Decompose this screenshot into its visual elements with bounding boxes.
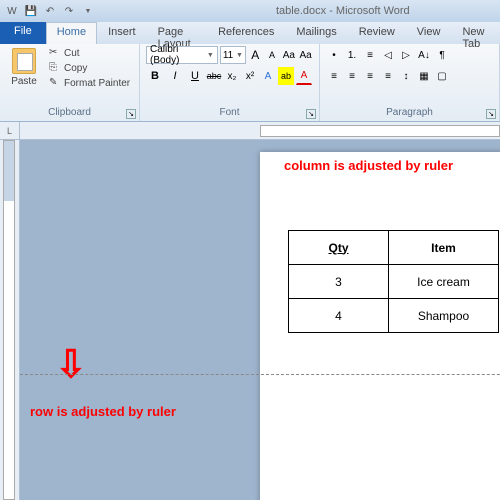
scissors-icon (49, 47, 61, 59)
tab-file[interactable]: File (0, 22, 46, 44)
italic-button[interactable]: I (166, 67, 184, 85)
guide-line (20, 374, 500, 375)
page[interactable]: column is adjusted by ruler ⇩ row is adj… (260, 152, 500, 500)
increase-indent-button[interactable]: ▷ (398, 46, 414, 64)
highlight-button[interactable]: ab (278, 67, 294, 85)
superscript-button[interactable]: x² (242, 67, 258, 85)
undo-icon[interactable]: ↶ (42, 3, 58, 19)
chevron-down-icon: ▼ (236, 52, 243, 59)
sort-button[interactable]: A↓ (416, 46, 432, 64)
decrease-indent-button[interactable]: ◁ (380, 46, 396, 64)
copy-icon (49, 62, 61, 74)
borders-button[interactable]: ▢ (434, 67, 450, 85)
annotation-column: column is adjusted by ruler (284, 158, 453, 173)
chevron-down-icon: ▼ (207, 52, 214, 59)
header-qty[interactable]: Qty (289, 231, 389, 265)
ribbon-tabs: File Home Insert Page Layout References … (0, 22, 500, 44)
cut-button[interactable]: Cut (48, 46, 131, 60)
window-title: table.docx - Microsoft Word (276, 5, 410, 17)
document-area[interactable]: column is adjusted by ruler ⇩ row is adj… (20, 140, 500, 500)
align-left-button[interactable]: ≡ (326, 67, 342, 85)
table-row[interactable]: 3 Ice cream (289, 265, 499, 299)
font-name-value: Calibri (Body) (150, 44, 207, 66)
title-bar: W 💾 ↶ ↷ ▼ table.docx - Microsoft Word (0, 0, 500, 22)
paste-icon (12, 48, 36, 74)
tab-new-tab[interactable]: New Tab (451, 22, 500, 44)
clipboard-group-label[interactable]: Clipboard (6, 107, 133, 119)
tab-home[interactable]: Home (46, 22, 97, 44)
group-font: Calibri (Body)▼ 11▼ A A Aa Aa B I U abc … (140, 44, 320, 121)
table-header-row: Qty Item (289, 231, 499, 265)
paste-button[interactable]: Paste (6, 46, 42, 90)
tab-mailings[interactable]: Mailings (285, 22, 347, 44)
save-icon[interactable]: 💾 (23, 3, 39, 19)
justify-button[interactable]: ≡ (380, 67, 396, 85)
paragraph-group-label[interactable]: Paragraph (326, 107, 493, 119)
shading-button[interactable]: ▦ (416, 67, 432, 85)
clipboard-launcher-icon[interactable]: ↘ (126, 109, 136, 119)
bullets-button[interactable]: • (326, 46, 342, 64)
word-icon[interactable]: W (4, 3, 20, 19)
font-size-select[interactable]: 11▼ (220, 46, 246, 64)
vertical-ruler[interactable] (0, 140, 20, 500)
font-launcher-icon[interactable]: ↘ (306, 109, 316, 119)
bold-button[interactable]: B (146, 67, 164, 85)
font-group-label[interactable]: Font (146, 107, 313, 119)
grow-font-button[interactable]: A (248, 46, 263, 64)
clear-formatting-button[interactable]: Aa (298, 46, 313, 64)
align-center-button[interactable]: ≡ (344, 67, 360, 85)
tab-references[interactable]: References (207, 22, 285, 44)
cell-item[interactable]: Ice cream (389, 265, 499, 299)
cell-item[interactable]: Shampoo (389, 299, 499, 333)
copy-button[interactable]: Copy (48, 61, 131, 75)
tab-selector[interactable]: L (0, 122, 20, 140)
font-size-value: 11 (223, 50, 233, 61)
tab-review[interactable]: Review (348, 22, 406, 44)
numbering-button[interactable]: 1. (344, 46, 360, 64)
underline-button[interactable]: U (186, 67, 204, 85)
quick-access-toolbar: W 💾 ↶ ↷ ▼ (4, 3, 96, 19)
tab-insert[interactable]: Insert (97, 22, 147, 44)
align-right-button[interactable]: ≡ (362, 67, 378, 85)
workspace: column is adjusted by ruler ⇩ row is adj… (0, 140, 500, 500)
font-color-button[interactable]: A (296, 67, 312, 85)
subscript-button[interactable]: x₂ (224, 67, 240, 85)
ruler-scale-v (3, 140, 15, 500)
cell-qty[interactable]: 3 (289, 265, 389, 299)
content-table[interactable]: Qty Item 3 Ice cream 4 Shampoo (288, 230, 499, 333)
table-row[interactable]: 4 Shampoo (289, 299, 499, 333)
down-arrow-icon: ⇩ (55, 342, 87, 387)
line-spacing-button[interactable]: ↕ (398, 67, 414, 85)
format-painter-label: Format Painter (64, 78, 130, 89)
cell-qty[interactable]: 4 (289, 299, 389, 333)
tab-page-layout[interactable]: Page Layout (147, 22, 208, 44)
paragraph-launcher-icon[interactable]: ↘ (486, 109, 496, 119)
cut-label: Cut (64, 48, 80, 59)
font-name-select[interactable]: Calibri (Body)▼ (146, 46, 218, 64)
format-painter-button[interactable]: Format Painter (48, 76, 131, 90)
shrink-font-button[interactable]: A (265, 46, 280, 64)
ruler-scale (260, 125, 500, 137)
show-marks-button[interactable]: ¶ (434, 46, 450, 64)
ribbon: Paste Cut Copy Format Painter Clipboard … (0, 44, 500, 122)
redo-icon[interactable]: ↷ (61, 3, 77, 19)
paste-label: Paste (11, 76, 37, 87)
tab-view[interactable]: View (406, 22, 452, 44)
multilevel-button[interactable]: ≡ (362, 46, 378, 64)
strikethrough-button[interactable]: abc (206, 67, 222, 85)
horizontal-ruler[interactable]: L (0, 122, 500, 140)
qat-dropdown-icon[interactable]: ▼ (80, 3, 96, 19)
text-effects-button[interactable]: A (260, 67, 276, 85)
group-clipboard: Paste Cut Copy Format Painter Clipboard … (0, 44, 140, 121)
annotation-row: row is adjusted by ruler (30, 404, 176, 419)
brush-icon (49, 77, 61, 89)
group-paragraph: • 1. ≡ ◁ ▷ A↓ ¶ ≡ ≡ ≡ ≡ ↕ ▦ ▢ Paragraph … (320, 44, 500, 121)
header-item[interactable]: Item (389, 231, 499, 265)
change-case-button[interactable]: Aa (281, 46, 296, 64)
copy-label: Copy (64, 63, 87, 74)
